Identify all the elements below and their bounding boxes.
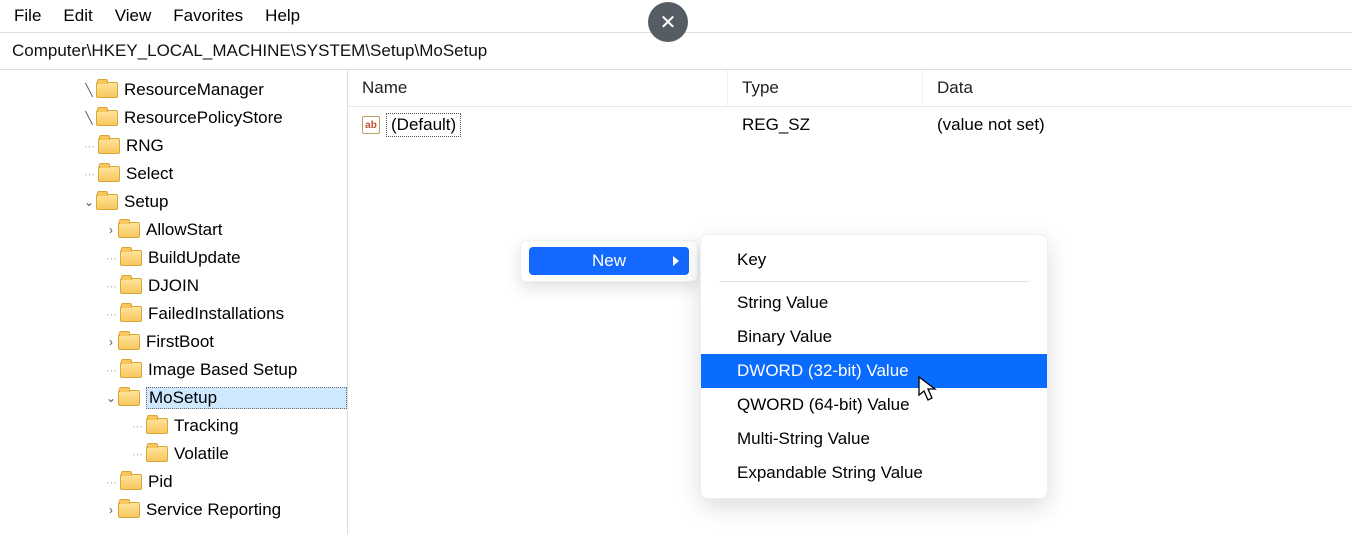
tree-item-servicereporting[interactable]: › Service Reporting (0, 496, 347, 524)
chevron-down-icon[interactable]: ⌄ (82, 195, 96, 209)
value-name: (Default) (386, 113, 461, 137)
close-badge[interactable]: ✕ (648, 2, 688, 42)
col-data[interactable]: Data (923, 70, 1352, 106)
submenu-new: Key String Value Binary Value DWORD (32-… (700, 234, 1048, 499)
tree-label: Image Based Setup (148, 360, 347, 380)
column-headers: Name Type Data (348, 70, 1352, 107)
tree-connector-icon: ⋯ (104, 308, 118, 321)
menu-edit[interactable]: Edit (63, 6, 92, 26)
tree-connector-icon: ⋯ (104, 252, 118, 265)
tree-connector-icon: ⋯ (82, 168, 96, 181)
tree-item-tracking[interactable]: ⋯ Tracking (0, 412, 347, 440)
folder-icon (146, 446, 168, 462)
tree-item-volatile[interactable]: ⋯ Volatile (0, 440, 347, 468)
context-menu-new: New (520, 240, 698, 282)
submenu-item-multistring[interactable]: Multi-String Value (701, 422, 1047, 456)
folder-icon (96, 194, 118, 210)
context-item-label: New (592, 251, 626, 271)
folder-icon (118, 390, 140, 406)
col-type[interactable]: Type (728, 70, 923, 106)
tree-connector-icon: ⋯ (82, 140, 96, 153)
tree-label: RNG (126, 136, 347, 156)
submenu-item-binary[interactable]: Binary Value (701, 320, 1047, 354)
tree-connector-icon: ⋯ (104, 280, 118, 293)
tree-item-firstboot[interactable]: › FirstBoot (0, 328, 347, 356)
tree-label: Tracking (174, 416, 347, 436)
submenu-item-qword[interactable]: QWORD (64-bit) Value (701, 388, 1047, 422)
folder-icon (96, 110, 118, 126)
folder-icon (118, 222, 140, 238)
tree-label: MoSetup (146, 387, 347, 409)
chevron-right-icon[interactable]: › (104, 503, 118, 517)
tree-label: BuildUpdate (148, 248, 347, 268)
menu-favorites[interactable]: Favorites (173, 6, 243, 26)
folder-icon (120, 306, 142, 322)
submenu-separator (719, 281, 1029, 282)
tree-label: FailedInstallations (148, 304, 347, 324)
folder-icon (120, 250, 142, 266)
folder-icon (120, 362, 142, 378)
submenu-item-dword[interactable]: DWORD (32-bit) Value (701, 354, 1047, 388)
cell-data: (value not set) (923, 113, 1352, 137)
cell-type: REG_SZ (728, 113, 923, 137)
list-row[interactable]: ab (Default) REG_SZ (value not set) (348, 107, 1352, 143)
main-area: ╲ResourceManager ╲ResourcePolicyStore ⋯ R… (0, 70, 1352, 534)
tree-label: Select (126, 164, 347, 184)
tree-label: Volatile (174, 444, 347, 464)
tree-panel: ╲ResourceManager ╲ResourcePolicyStore ⋯ R… (0, 70, 348, 534)
tree-label: AllowStart (146, 220, 347, 240)
tree-item-mosetup[interactable]: ⌄ MoSetup (0, 384, 347, 412)
chevron-down-icon[interactable]: ⌄ (104, 391, 118, 405)
tree-item-resourcepolicystore[interactable]: ╲ResourcePolicyStore (0, 104, 347, 132)
chevron-right-icon[interactable]: › (104, 223, 118, 237)
folder-icon (146, 418, 168, 434)
tree-connector-icon: ⋯ (130, 420, 144, 433)
folder-icon (96, 82, 118, 98)
submenu-item-string[interactable]: String Value (701, 286, 1047, 320)
tree-label: ResourcePolicyStore (124, 108, 347, 128)
cell-name: ab (Default) (348, 111, 728, 139)
tree-item-resourcemanager[interactable]: ╲ResourceManager (0, 76, 347, 104)
tree-item-pid[interactable]: ⋯ Pid (0, 468, 347, 496)
tree-item-failedinstallations[interactable]: ⋯ FailedInstallations (0, 300, 347, 328)
context-item-new[interactable]: New (529, 247, 689, 275)
tree-connector-icon: ⋯ (104, 364, 118, 377)
menu-view[interactable]: View (115, 6, 152, 26)
tree-item-imagebasedsetup[interactable]: ⋯ Image Based Setup (0, 356, 347, 384)
folder-icon (98, 138, 120, 154)
string-value-icon: ab (362, 116, 380, 134)
tree-connector-icon: ⋯ (104, 476, 118, 489)
chevron-right-icon[interactable]: › (104, 335, 118, 349)
folder-icon (120, 474, 142, 490)
menu-help[interactable]: Help (265, 6, 300, 26)
submenu-item-key[interactable]: Key (701, 243, 1047, 277)
folder-icon (118, 502, 140, 518)
tree-item-rng[interactable]: ⋯ RNG (0, 132, 347, 160)
tree-label: Pid (148, 472, 347, 492)
tree-label: DJOIN (148, 276, 347, 296)
tree-item-setup[interactable]: ⌄ Setup (0, 188, 347, 216)
menu-file[interactable]: File (14, 6, 41, 26)
tree-label: FirstBoot (146, 332, 347, 352)
tree-item-allowstart[interactable]: › AllowStart (0, 216, 347, 244)
tree-item-select[interactable]: ⋯ Select (0, 160, 347, 188)
folder-icon (118, 334, 140, 350)
submenu-item-expstring[interactable]: Expandable String Value (701, 456, 1047, 490)
folder-icon (98, 166, 120, 182)
tree-item-djoin[interactable]: ⋯ DJOIN (0, 272, 347, 300)
tree-item-buildupdate[interactable]: ⋯ BuildUpdate (0, 244, 347, 272)
tree-label: Setup (124, 192, 347, 212)
col-name[interactable]: Name (348, 70, 728, 106)
tree-label: ResourceManager (124, 80, 347, 100)
folder-icon (120, 278, 142, 294)
tree-label: Service Reporting (146, 500, 347, 520)
tree-connector-icon: ⋯ (130, 448, 144, 461)
